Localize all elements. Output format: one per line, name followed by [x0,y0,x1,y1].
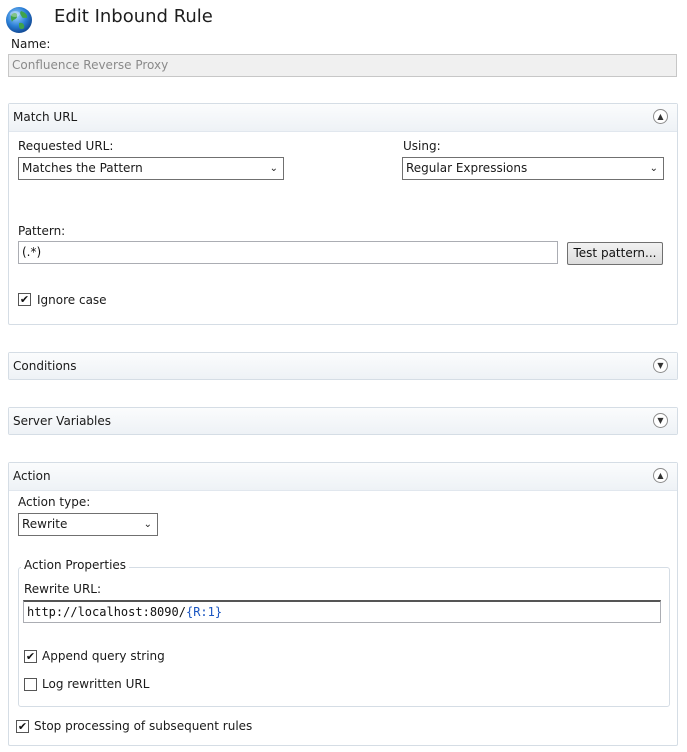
chevron-down-icon: ⌄ [269,163,278,174]
chevron-down-icon[interactable]: ▼ [653,413,668,428]
rewrite-url-label: Rewrite URL: [24,582,102,596]
rewrite-url-input[interactable]: http://localhost:8090/{R:1} [23,600,661,623]
ignore-case-checkbox[interactable]: ✔ [18,293,31,306]
server-variables-title: Server Variables [13,414,112,428]
action-title: Action [13,469,51,483]
rewrite-url-close-brace: } [214,605,223,619]
action-type-label: Action type: [18,495,91,509]
using-select[interactable]: Regular Expressions ⌄ [402,157,664,180]
pattern-input[interactable]: (.*) [18,241,558,264]
chevron-up-icon[interactable]: ▲ [653,109,668,124]
pattern-label: Pattern: [18,224,66,238]
requested-url-label: Requested URL: [18,139,114,153]
using-value: Regular Expressions [406,161,528,175]
using-label: Using: [403,139,441,153]
conditions-header[interactable]: Conditions ▼ [9,353,677,379]
action-type-select[interactable]: Rewrite ⌄ [18,513,158,536]
conditions-panel: Conditions ▼ [8,352,678,380]
page-title: Edit Inbound Rule [54,6,213,27]
name-field[interactable]: Confluence Reverse Proxy [8,54,677,77]
requested-url-select[interactable]: Matches the Pattern ⌄ [18,157,284,180]
chevron-up-icon[interactable]: ▲ [653,468,668,483]
stop-processing-checkbox[interactable]: ✔ [16,720,29,733]
append-query-label: Append query string [42,649,165,663]
chevron-down-icon: ⌄ [649,163,658,174]
action-header[interactable]: Action ▲ [9,463,677,491]
conditions-title: Conditions [13,359,77,373]
chevron-down-icon: ⌄ [143,519,152,530]
append-query-checkbox[interactable]: ✔ [24,650,37,663]
globe-icon [4,5,34,35]
action-properties-legend: Action Properties [21,558,130,572]
chevron-down-icon[interactable]: ▼ [653,358,668,373]
name-label: Name: [11,37,51,51]
log-rewritten-label: Log rewritten URL [42,677,150,691]
stop-processing-label: Stop processing of subsequent rules [34,719,253,733]
ignore-case-label: Ignore case [37,293,107,307]
rewrite-url-variable: R:1 [193,605,215,619]
server-variables-header[interactable]: Server Variables ▼ [9,408,677,434]
requested-url-value: Matches the Pattern [22,161,143,175]
action-type-value: Rewrite [22,517,68,531]
match-url-panel: Match URL ▲ [8,103,678,325]
rewrite-url-plain: http://localhost:8090/ [27,605,186,619]
match-url-title: Match URL [13,110,78,124]
log-rewritten-checkbox[interactable] [24,678,37,691]
match-url-header[interactable]: Match URL ▲ [9,104,677,132]
server-variables-panel: Server Variables ▼ [8,407,678,435]
test-pattern-button[interactable]: Test pattern... [567,242,663,265]
